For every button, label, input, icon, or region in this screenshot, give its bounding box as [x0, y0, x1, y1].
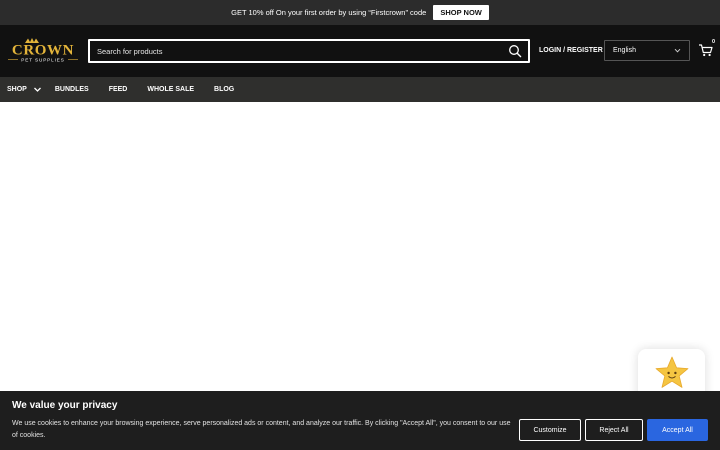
language-selected: English [613, 47, 636, 54]
site-header: CROWN PET SUPPLIES LOGIN / REGISTER Engl… [0, 25, 720, 77]
shop-now-button[interactable]: SHOP NOW [433, 5, 489, 20]
search-icon[interactable] [508, 44, 522, 58]
main-nav: SHOP BUNDLES FEED WHOLE SALE BLOG [0, 77, 720, 102]
announcement-text: GET 10% off On your first order by using… [231, 8, 427, 17]
chevron-down-icon [33, 87, 41, 92]
reject-all-button[interactable]: Reject All [585, 419, 643, 441]
search-input[interactable] [97, 41, 497, 61]
customize-button[interactable]: Customize [519, 419, 581, 441]
accept-all-button[interactable]: Accept All [647, 419, 708, 441]
login-register-link[interactable]: LOGIN / REGISTER [539, 47, 603, 54]
nav-item-bundles[interactable]: BUNDLES [55, 86, 89, 93]
cart-button[interactable]: 0 [698, 39, 715, 58]
chevron-down-icon [674, 48, 681, 53]
nav-item-shop-label: SHOP [7, 86, 27, 93]
announcement-bar: GET 10% off On your first order by using… [0, 0, 720, 25]
cookie-consent-banner: We value your privacy We use cookies to … [0, 391, 720, 450]
logo-wordmark: CROWN [12, 43, 74, 59]
language-select[interactable]: English [604, 40, 690, 61]
nav-item-whole-sale[interactable]: WHOLE SALE [147, 86, 194, 93]
cookie-text: We use cookies to enhance your browsing … [12, 420, 511, 439]
cookie-title: We value your privacy [12, 400, 118, 411]
nav-item-blog[interactable]: BLOG [214, 86, 234, 93]
crown-logo[interactable]: CROWN PET SUPPLIES [6, 37, 80, 65]
star-icon [655, 356, 689, 388]
nav-item-shop[interactable]: SHOP [7, 85, 42, 94]
logo-subtext: PET SUPPLIES [21, 58, 64, 63]
cart-count-badge: 0 [711, 39, 715, 45]
search-bar [88, 39, 530, 63]
nav-item-feed[interactable]: FEED [109, 86, 128, 93]
